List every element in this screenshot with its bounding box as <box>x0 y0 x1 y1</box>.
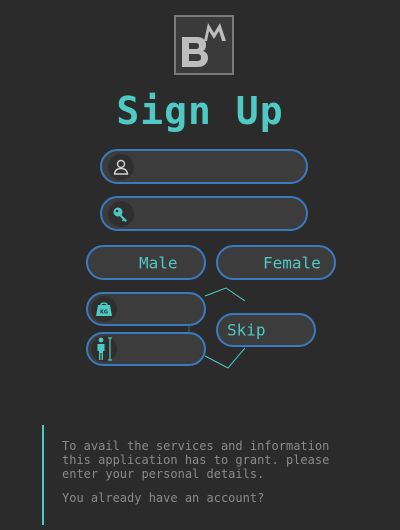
female-label: Female <box>263 253 321 272</box>
page-title: Sign Up <box>116 89 284 133</box>
password-input[interactable] <box>140 198 296 229</box>
weight-input[interactable] <box>126 294 194 324</box>
weight-scale-icon: KG <box>91 296 117 322</box>
name-input[interactable] <box>140 151 296 182</box>
key-icon <box>108 200 134 227</box>
female-button[interactable]: Female <box>216 245 336 280</box>
skip-button[interactable]: Skip <box>216 313 316 347</box>
height-input[interactable] <box>126 334 194 364</box>
info-description: To avail the services and information th… <box>62 439 330 481</box>
male-button[interactable]: Male <box>86 245 206 280</box>
weight-field[interactable]: KG <box>86 292 206 326</box>
name-field[interactable] <box>100 149 308 184</box>
person-height-icon <box>91 336 117 362</box>
user-icon <box>108 153 134 180</box>
password-field[interactable] <box>100 196 308 231</box>
info-panel: To avail the services and information th… <box>42 425 374 525</box>
height-field[interactable] <box>86 332 206 366</box>
skip-label: Skip <box>227 320 266 340</box>
male-label: Male <box>139 253 178 272</box>
svg-text:KG: KG <box>100 310 108 316</box>
app-logo <box>174 15 234 75</box>
account-login-link[interactable]: You already have an account? <box>44 491 374 505</box>
